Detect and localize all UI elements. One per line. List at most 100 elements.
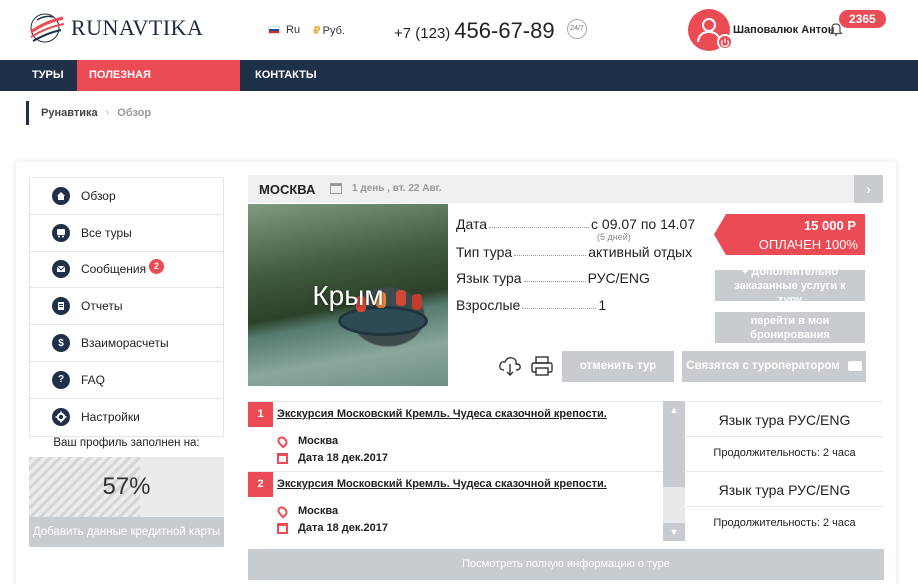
phone-number[interactable]: +7 (123) 456-67-89 — [394, 18, 555, 44]
chat-icon — [847, 360, 862, 371]
sidebar-item-settings[interactable]: Настройки — [30, 399, 223, 436]
sidebar-item-faq[interactable]: ? FAQ — [30, 362, 223, 399]
detail-date-duration: (5 дней) — [597, 232, 631, 242]
extra-services-button[interactable]: + Дополнительно заказанные услуги к туру — [715, 266, 865, 306]
detail-value: 1 — [598, 297, 607, 313]
divider — [686, 436, 883, 437]
tour-photo[interactable]: Крым — [248, 204, 448, 386]
excursion-number: 1 — [248, 402, 273, 427]
dotted-leader — [489, 216, 590, 228]
user-name[interactable]: Шаповалюк Антон — [733, 24, 834, 36]
sidebar-item-reports[interactable]: Отчеты — [30, 288, 223, 326]
sidebar-item-label: Сообщения — [81, 262, 147, 277]
nav-item-contacts[interactable]: КОНТАКТЫ — [243, 60, 329, 91]
russia-flag-icon — [268, 26, 280, 34]
excursion-info: Язык тура РУС/ENG Продолжительность: 2 ч… — [686, 471, 883, 541]
excursion-date-text: Дата 18 дек.2017 — [298, 522, 388, 534]
sidebar-item-label: FAQ — [81, 372, 106, 387]
breadcrumb-current: Обзор — [117, 107, 152, 119]
scroll-thumb[interactable] — [663, 419, 685, 487]
full-tour-info-button[interactable]: Посмотреть полную информацию о туре — [248, 549, 884, 580]
excursion-city: Москва — [298, 435, 339, 447]
excursion-language: Язык тура РУС/ENG — [718, 412, 851, 428]
detail-tour-type: Тип тура активный отдых — [456, 244, 706, 260]
detail-tour-language: Язык тура РУС/ENG — [456, 270, 706, 286]
calendar-icon — [277, 522, 288, 534]
detail-adults: Взрослые 1 — [456, 297, 706, 313]
tour-dates: 1 день , вт. 22 Авг. — [352, 183, 442, 194]
language-label: Ru — [286, 24, 301, 36]
sidebar-item-label: Отчеты — [81, 299, 123, 314]
phone-main: 456-67-89 — [454, 18, 555, 43]
dollar-icon: $ — [52, 334, 70, 353]
excursion-info: Язык тура РУС/ENG Продолжительность: 2 ч… — [686, 401, 883, 471]
payment-status: ОПЛАЧЕН 100% — [758, 237, 858, 252]
detail-label: Тип тура — [456, 244, 513, 260]
contact-operator-button[interactable]: Связятся с туроператором — [682, 351, 866, 382]
sidebar-item-all-tours[interactable]: Все туры — [30, 215, 223, 252]
next-tour-button[interactable]: › — [854, 175, 883, 203]
add-credit-card-button[interactable]: Добавить данные кредитной карты — [29, 517, 224, 547]
nav-item-tours[interactable]: ТУРЫ — [20, 60, 76, 91]
sidebar-item-settlements[interactable]: $ Взаиморасчеты — [30, 325, 223, 362]
logo[interactable]: RUNAVTIKA — [27, 8, 203, 48]
logo-globe-icon — [27, 8, 67, 48]
header: RUNAVTIKA Ru ₽ Руб. +7 (123) 456-67-89 24… — [0, 0, 918, 60]
messages-badge: 2 — [149, 258, 164, 274]
tour-city: МОСКВА — [259, 182, 316, 197]
language-selector[interactable]: Ru — [268, 24, 300, 36]
sidebar-item-overview[interactable]: Обзор — [30, 178, 223, 215]
price-ribbon: 15 000 Р ОПЛАЧЕН 100% — [714, 214, 865, 255]
excursion-title-link[interactable]: Экскурсия Московский Кремль. Чудеса сказ… — [277, 478, 607, 490]
location-pin-icon — [275, 503, 290, 519]
dotted-leader — [514, 244, 587, 256]
question-icon: ? — [52, 370, 70, 389]
phone-prefix: +7 (123) — [394, 25, 451, 42]
ruble-icon: ₽ — [313, 25, 321, 37]
detail-value: РУС/ENG — [587, 270, 650, 286]
list-item: 1 Экскурсия Московский Кремль. Чудеса ск… — [248, 401, 663, 471]
breadcrumb-home[interactable]: Рунавтика — [41, 107, 98, 119]
excursion-scrollbar[interactable]: ▲ ▼ — [663, 401, 685, 541]
sidebar-item-label: Настройки — [81, 410, 140, 425]
cancel-tour-button[interactable]: отменить тур — [562, 351, 674, 382]
detail-value: с 09.07 по 14.07 — [591, 216, 696, 232]
gear-icon — [52, 408, 70, 427]
logo-text: RUNAVTIKA — [71, 15, 204, 40]
detail-value: активный отдых — [588, 244, 693, 260]
divider — [686, 506, 883, 507]
sidebar-menu: Обзор Все туры Сообщения 2 Отчеты $ Взаи… — [29, 177, 224, 437]
breadcrumb: Рунавтика › Обзор — [26, 101, 151, 125]
sidebar-item-label: Все туры — [81, 225, 132, 240]
excursion-title-link[interactable]: Экскурсия Московский Кремль. Чудеса сказ… — [277, 408, 607, 420]
sidebar-item-label: Обзор — [81, 188, 116, 203]
currency-selector[interactable]: ₽ Руб. — [313, 24, 345, 37]
calendar-icon — [277, 452, 288, 464]
location-pin-icon — [275, 433, 290, 449]
my-bookings-button[interactable]: перейти в мои бронирования — [715, 312, 865, 343]
contact-operator-label: Связятся с туроператором — [686, 360, 840, 372]
nav-item-useful-info[interactable]: ПОЛЕЗНАЯ ИНФОРМАЦИЯ — [77, 60, 240, 112]
currency-label: Руб. — [322, 25, 345, 37]
cloud-download-icon[interactable] — [498, 355, 522, 377]
detail-label: Дата — [456, 216, 488, 232]
price-amount: 15 000 Р — [803, 218, 856, 233]
notification-counter[interactable]: 2365 — [839, 10, 886, 28]
dotted-leader — [522, 297, 597, 309]
sidebar-item-label: Взаиморасчеты — [81, 336, 169, 351]
support-247-badge: 24/7 — [567, 19, 587, 39]
printer-icon[interactable] — [530, 355, 554, 377]
profile-progress: 57% Добавить данные кредитной карты — [29, 457, 224, 547]
logout-power-icon[interactable] — [717, 34, 733, 50]
excursion-date: Дата 18 дек.2017 — [277, 452, 388, 464]
bus-icon — [52, 223, 70, 242]
scroll-up-icon[interactable]: ▲ — [663, 401, 685, 419]
profile-progress-value: 57% — [102, 473, 151, 500]
home-icon — [52, 186, 70, 205]
excursion-number: 2 — [248, 472, 273, 497]
excursion-duration: Продолжительность: 2 часа — [713, 517, 856, 529]
envelope-icon — [52, 260, 70, 279]
scroll-down-icon[interactable]: ▼ — [663, 523, 685, 541]
sidebar-item-messages[interactable]: Сообщения 2 — [30, 252, 223, 289]
profile-completion-label: Ваш профиль заполнен на: — [53, 437, 200, 449]
